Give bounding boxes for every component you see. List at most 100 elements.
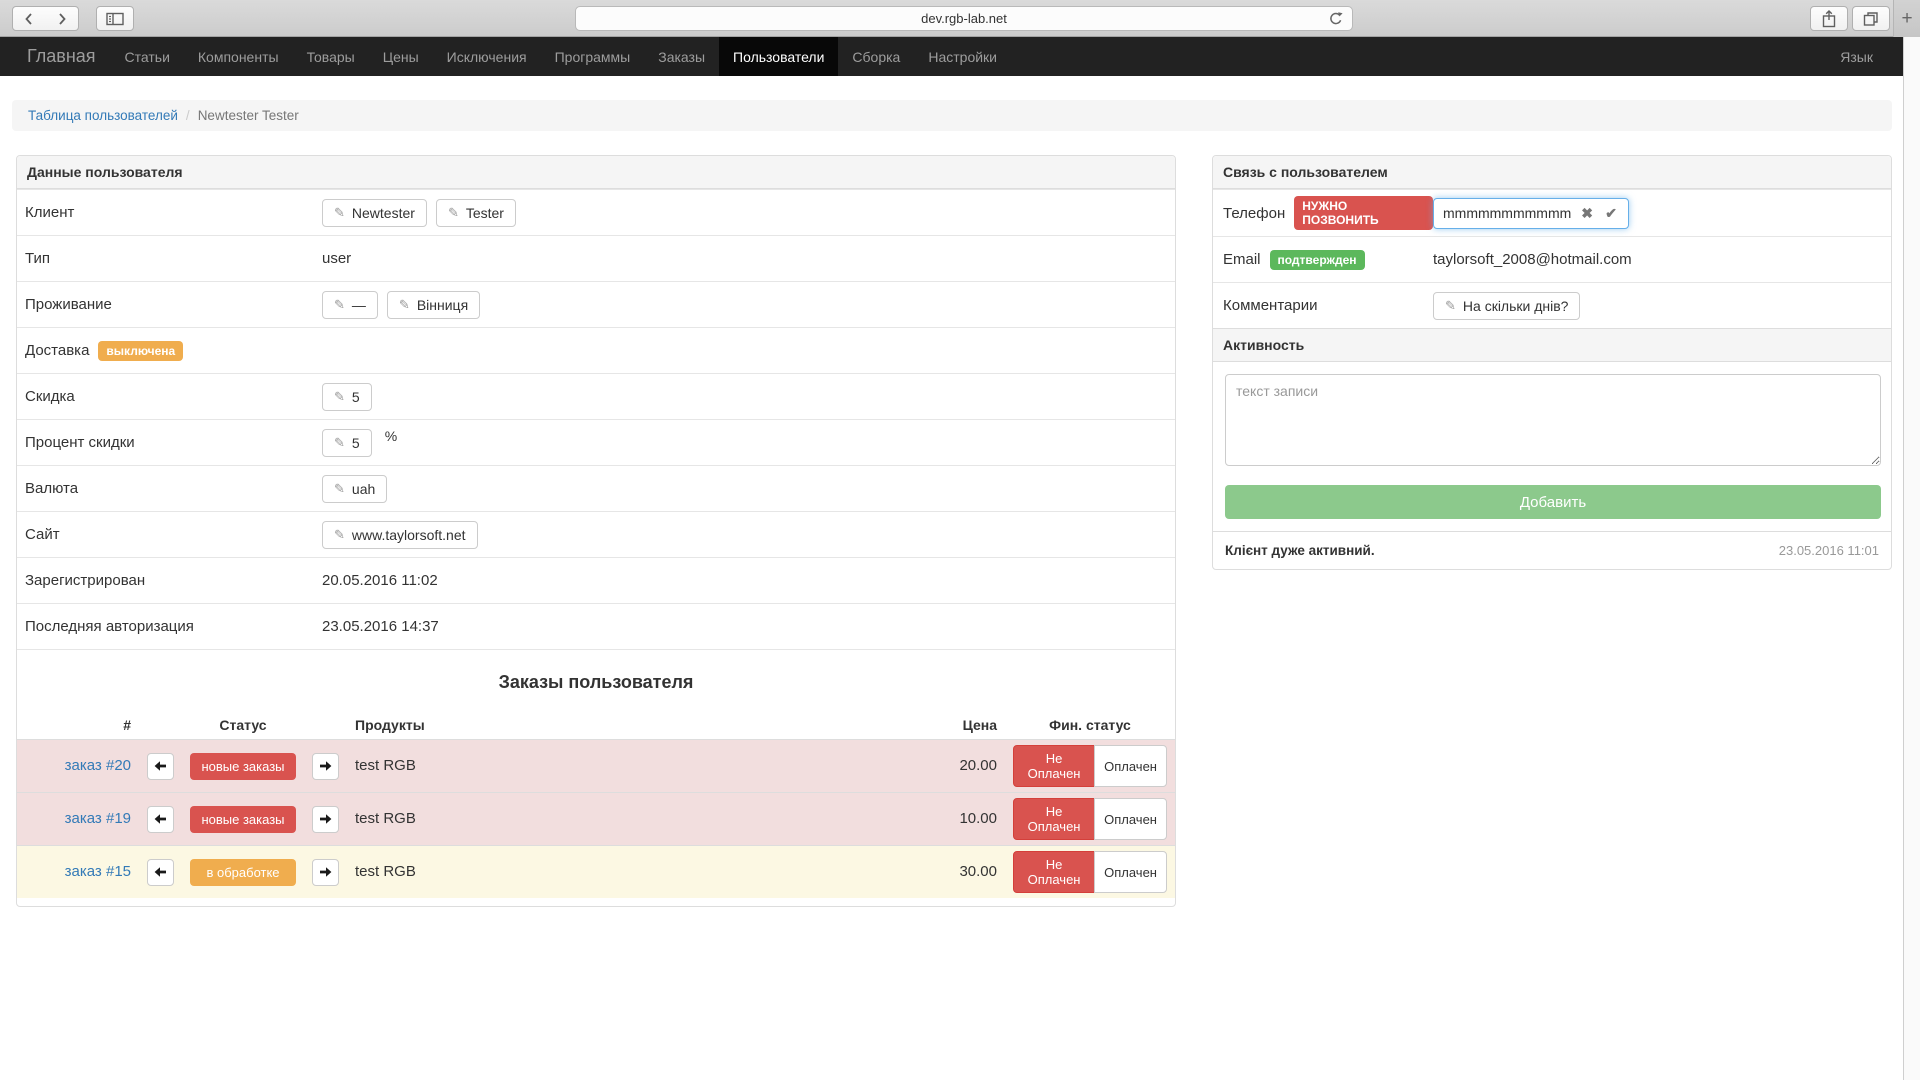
forward-button[interactable] — [45, 6, 79, 31]
row-type: Тип user — [17, 235, 1175, 281]
status-back-button[interactable] — [147, 753, 174, 780]
share-button[interactable] — [1810, 6, 1848, 31]
fin-status-unpaid-button[interactable]: Не Оплачен — [1013, 798, 1095, 840]
activity-entry: Клієнт дуже активний. 23.05.2016 11:01 — [1213, 531, 1891, 569]
nav-item-users[interactable]: Пользователи — [719, 37, 838, 76]
breadcrumb-current: Newtester Tester — [198, 108, 299, 123]
nav-item-language[interactable]: Язык — [1826, 37, 1903, 76]
edit-currency-button[interactable]: ✎ uah — [322, 475, 387, 503]
order-status-badge[interactable]: в обработке — [190, 859, 296, 886]
activity-entry-time: 23.05.2016 11:01 — [1779, 543, 1879, 558]
email-label: Email — [1223, 251, 1261, 268]
reload-icon[interactable] — [1327, 10, 1345, 28]
orders-header-status: Статус — [182, 713, 304, 740]
order-status-badge[interactable]: новые заказы — [190, 753, 296, 780]
fin-status-paid-button[interactable]: Оплачен — [1094, 851, 1167, 893]
residence-label: Проживание — [25, 296, 322, 313]
status-back-button[interactable] — [147, 859, 174, 886]
edit-city-button[interactable]: ✎ Вінниця — [387, 291, 480, 319]
nav-item-prices[interactable]: Цены — [369, 37, 433, 76]
pencil-icon: ✎ — [334, 527, 345, 543]
nav-item-build[interactable]: Сборка — [838, 37, 914, 76]
orders-table: # Статус Продукты Цена Фин. статус заказ… — [17, 713, 1175, 898]
fin-status-unpaid-button[interactable]: Не Оплачен — [1013, 851, 1095, 893]
discount-label: Скидка — [25, 388, 322, 405]
activity-section-title: Активность — [1213, 328, 1891, 362]
nav-item-exceptions[interactable]: Исключения — [433, 37, 541, 76]
status-forward-button[interactable] — [312, 753, 339, 780]
order-price: 10.00 — [959, 810, 997, 827]
order-products: test RGB — [355, 757, 416, 774]
phone-call-badge: НУЖНО ПОЗВОНИТЬ — [1294, 196, 1433, 230]
order-status-badge[interactable]: новые заказы — [190, 806, 296, 833]
confirm-icon[interactable]: ✔ — [1605, 205, 1617, 222]
registered-value: 20.05.2016 11:02 — [322, 572, 438, 589]
delivery-label: Доставка выключена — [25, 341, 322, 361]
phone-label: Телефон — [1223, 205, 1285, 222]
fin-status-unpaid-button[interactable]: Не Оплачен — [1013, 745, 1095, 787]
breadcrumb-separator: / — [186, 108, 190, 123]
phone-input[interactable] — [1433, 198, 1629, 229]
pencil-icon: ✎ — [334, 481, 345, 497]
table-row: заказ #19 новые заказы test RGB 10.00 Не… — [17, 793, 1175, 846]
nav-item-products[interactable]: Товары — [293, 37, 369, 76]
contact-panel: Связь с пользователем Телефон НУЖНО ПОЗВ… — [1212, 155, 1892, 570]
plus-icon: + — [1901, 8, 1912, 30]
user-data-panel: Данные пользователя Клиент ✎ Newtester ✎… — [16, 155, 1176, 907]
edit-last-name-button[interactable]: ✎ Tester — [436, 199, 516, 227]
nav-item-programs[interactable]: Программы — [541, 37, 645, 76]
back-button[interactable] — [12, 6, 46, 31]
type-label: Тип — [25, 250, 322, 267]
fin-status-paid-button[interactable]: Оплачен — [1094, 798, 1167, 840]
row-email: Email подтвержден taylorsoft_2008@hotmai… — [1213, 236, 1891, 282]
row-phone: Телефон НУЖНО ПОЗВОНИТЬ ✖ ✔ — [1213, 189, 1891, 236]
row-discount-percent: Процент скидки ✎ 5 % — [17, 419, 1175, 465]
nav-item-orders[interactable]: Заказы — [644, 37, 719, 76]
order-19-link[interactable]: заказ #19 — [65, 810, 131, 827]
order-price: 30.00 — [959, 863, 997, 880]
currency-label: Валюта — [25, 480, 322, 497]
edit-site-button[interactable]: ✎ www.taylorsoft.net — [322, 521, 478, 549]
nav-item-articles[interactable]: Статьи — [111, 37, 184, 76]
status-forward-button[interactable] — [312, 806, 339, 833]
nav-item-components[interactable]: Компоненты — [184, 37, 293, 76]
nav-item-settings[interactable]: Настройки — [914, 37, 1011, 76]
edit-country-button[interactable]: ✎ — — [322, 291, 378, 319]
activity-note-textarea[interactable] — [1225, 374, 1881, 466]
row-currency: Валюта ✎ uah — [17, 465, 1175, 511]
row-last-auth: Последняя авторизация 23.05.2016 14:37 — [17, 603, 1175, 649]
row-residence: Проживание ✎ — ✎ Вінниця — [17, 281, 1175, 327]
sidebar-icon — [106, 12, 124, 26]
navbar-brand[interactable]: Главная — [0, 37, 111, 76]
activity-entry-text: Клієнт дуже активний. — [1225, 543, 1375, 558]
sidebar-toggle-button[interactable] — [96, 6, 134, 31]
left-arrow-icon — [154, 760, 167, 772]
site-label: Сайт — [25, 526, 322, 543]
edit-comment-button[interactable]: ✎ На скільки днів? — [1433, 292, 1580, 320]
pencil-icon: ✎ — [334, 435, 345, 451]
chevron-left-icon — [24, 12, 34, 26]
clear-icon[interactable]: ✖ — [1581, 205, 1593, 222]
order-20-link[interactable]: заказ #20 — [65, 757, 131, 774]
row-client: Клиент ✎ Newtester ✎ Tester — [17, 189, 1175, 235]
breadcrumb-users-table-link[interactable]: Таблица пользователей — [28, 108, 178, 123]
row-registered: Зарегистрирован 20.05.2016 11:02 — [17, 557, 1175, 603]
edit-discount-button[interactable]: ✎ 5 — [322, 383, 372, 411]
tab-overview-button[interactable] — [1852, 6, 1890, 31]
email-verified-badge: подтвержден — [1270, 250, 1365, 270]
row-site: Сайт ✎ www.taylorsoft.net — [17, 511, 1175, 557]
row-delivery: Доставка выключена — [17, 327, 1175, 373]
new-tab-button[interactable]: + — [1893, 0, 1920, 37]
edit-discount-percent-button[interactable]: ✎ 5 — [322, 429, 372, 457]
edit-first-name-button[interactable]: ✎ Newtester — [322, 199, 427, 227]
tabs-icon — [1863, 11, 1879, 27]
order-products: test RGB — [355, 810, 416, 827]
status-forward-button[interactable] — [312, 859, 339, 886]
contact-panel-title: Связь с пользователем — [1213, 156, 1891, 189]
fin-status-paid-button[interactable]: Оплачен — [1094, 745, 1167, 787]
address-bar[interactable]: dev.rgb-lab.net — [575, 6, 1353, 31]
order-15-link[interactable]: заказ #15 — [65, 863, 131, 880]
pencil-icon: ✎ — [399, 297, 410, 313]
status-back-button[interactable] — [147, 806, 174, 833]
add-activity-button[interactable]: Добавить — [1225, 485, 1881, 519]
